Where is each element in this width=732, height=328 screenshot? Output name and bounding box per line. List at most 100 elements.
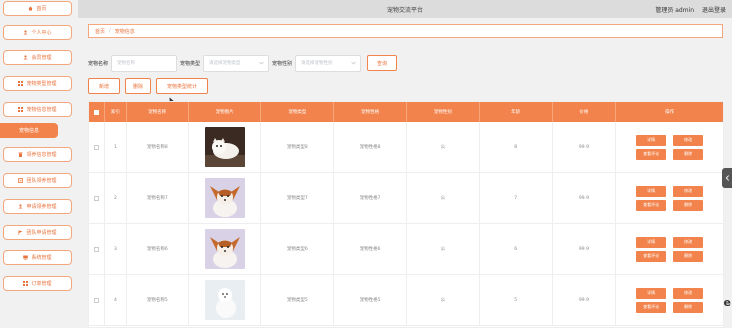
username: 管理员 admin [655, 7, 695, 14]
sidebar-item-orders[interactable]: 订单管理 [3, 276, 72, 291]
sidebar: 首页 个人中心 会员管理 宠物类型管理 宠物信息管理 宠物信息 领养信息管理 团… [0, 0, 78, 328]
sidebar-item-members[interactable]: 会员管理 [3, 50, 72, 65]
sidebar-item-pet-info-mgmt[interactable]: 宠物信息管理 [3, 102, 72, 117]
table-header: 索引 宠物名称 宠物图片 宠物类型 宠物性格 宠物性别 年龄 价格 操作 [89, 102, 723, 122]
pet-gender-select[interactable]: 请选择宠物性别 [295, 54, 362, 72]
cell-name: 宠物名称7 [127, 173, 189, 223]
breadcrumb-home[interactable]: 首页 [95, 28, 105, 35]
select-all-header [89, 102, 105, 122]
sidebar-item-label: 团队申请管理 [26, 230, 57, 236]
row-delete-button[interactable]: 删除 [673, 148, 704, 160]
column-header: 宠物类型 [261, 102, 335, 122]
row-delete-button[interactable]: 删除 [673, 199, 704, 211]
row-checkbox[interactable] [93, 246, 99, 252]
row-checkbox[interactable] [93, 144, 99, 150]
cell-age: 6 [480, 224, 553, 274]
cell-name: 宠物名称6 [127, 224, 189, 274]
sidebar-item-label: 首页 [36, 6, 47, 12]
sidebar-item-label: 个人中心 [31, 30, 52, 36]
sidebar-item-pet-type[interactable]: 宠物类型管理 [3, 76, 72, 91]
cell-name: 宠物名称8 [127, 122, 189, 172]
search-form: 宠物名称 宠物名称 宠物类型 请选择宠物类型 宠物性别 请选择宠物性别 查询 [88, 54, 398, 72]
sidebar-item-system[interactable]: 系统管理 [3, 250, 72, 265]
chevron-left-icon [725, 175, 729, 181]
user-icon [23, 55, 28, 60]
sidebar-item-label: 领养信息管理 [26, 152, 57, 158]
side-panel-toggle[interactable] [722, 168, 732, 188]
edge-text: e [723, 296, 731, 309]
cell-personality: 宠物性格8 [334, 122, 407, 172]
breadcrumb-current: 宠物信息 [114, 28, 135, 35]
edit-button[interactable]: 修改 [673, 287, 704, 299]
row-delete-button[interactable]: 删除 [673, 250, 704, 262]
top-header: 宠物交流平台 管理员 admin 退出登录 [78, 0, 732, 18]
column-header: 操作 [665, 110, 675, 115]
row-delete-button[interactable]: 删除 [673, 301, 704, 313]
sidebar-item-label: 订单管理 [31, 281, 52, 287]
grid-icon [23, 281, 29, 286]
view-comments-button[interactable]: 查看评论 [636, 199, 667, 211]
cell-type: 宠物类型7 [261, 173, 335, 223]
detail-button[interactable]: 详情 [636, 185, 667, 197]
pet-name-input[interactable]: 宠物名称 [111, 54, 178, 72]
query-button[interactable]: 查询 [367, 55, 398, 71]
action-buttons: 新增 删除 宠物类型统计 [88, 78, 208, 94]
sidebar-item-adoption[interactable]: 领养信息管理 [3, 147, 72, 162]
sidebar-item-team-adoption[interactable]: 团队领养管理 [3, 173, 72, 188]
logout-link[interactable]: 退出登录 [702, 7, 726, 14]
app-title: 宠物交流平台 [386, 7, 423, 14]
edit-button[interactable]: 修改 [673, 185, 704, 197]
pet-type-select[interactable]: 请选择宠物类型 [203, 54, 270, 72]
pet-photo-dog [204, 229, 245, 269]
column-header: 价格 [553, 102, 617, 122]
cell-type: 宠物类型8 [261, 122, 335, 172]
row-checkbox[interactable] [93, 195, 99, 201]
sidebar-item-label: 宠物信息 [18, 128, 39, 134]
detail-button[interactable]: 详情 [636, 287, 667, 299]
user-icon [23, 30, 28, 35]
pet-photo-dog [204, 178, 245, 218]
type-stats-button[interactable]: 宠物类型统计 [156, 78, 208, 94]
cell-price: 99.9 [553, 275, 617, 325]
table-row: 3 宠物名称6 宠物类型6 宠物性格6 公 6 99.9 详情 修改 查看评论 … [89, 224, 723, 275]
column-header: 年龄 [480, 102, 553, 122]
row-actions: 详情 修改 查看评论 删除 [636, 185, 704, 211]
sidebar-item-team-apply[interactable]: 团队申请管理 [3, 225, 72, 240]
cell-index: 1 [105, 122, 127, 172]
pet-photo-white-dog [204, 280, 245, 320]
detail-button[interactable]: 详情 [636, 236, 667, 248]
table-row: 4 宠物名称5 宠物类型5 宠物性格5 公 5 99.9 详情 修改 查看评论 … [89, 275, 723, 326]
cell-gender: 公 [407, 275, 480, 325]
cell-price: 99.9 [553, 173, 617, 223]
select-all-checkbox[interactable] [93, 109, 99, 115]
breadcrumb: 首页 / 宠物信息 [88, 24, 723, 38]
cell-type: 宠物类型5 [261, 275, 335, 325]
view-comments-button[interactable]: 查看评论 [636, 148, 667, 160]
doc-icon [18, 178, 24, 183]
table-row: 1 宠物名称8 宠物类型8 宠物性格8 公 8 99.9 详情 修改 查看评论 … [89, 122, 723, 173]
sidebar-item-apply-adoption[interactable]: 申请领养管理 [3, 199, 72, 214]
column-header: 宠物名称 [127, 102, 189, 122]
view-comments-button[interactable]: 查看评论 [636, 301, 667, 313]
delete-button[interactable]: 删除 [125, 78, 151, 94]
sidebar-item-profile[interactable]: 个人中心 [3, 25, 72, 40]
sidebar-item-pet-info[interactable]: 宠物信息 [0, 123, 58, 138]
pet-table: 索引 宠物名称 宠物图片 宠物类型 宠物性格 宠物性别 年龄 价格 操作 1 宠… [88, 101, 724, 328]
trash-icon [18, 152, 23, 157]
user-icon [18, 204, 23, 209]
edit-button[interactable]: 修改 [673, 134, 704, 146]
cell-index: 4 [105, 275, 127, 325]
add-button[interactable]: 新增 [88, 78, 120, 94]
view-comments-button[interactable]: 查看评论 [636, 250, 667, 262]
detail-button[interactable]: 详情 [636, 134, 667, 146]
grid-icon [18, 107, 24, 112]
row-checkbox[interactable] [93, 297, 99, 303]
grid-icon [18, 81, 24, 86]
user-area: 管理员 admin 退出登录 [649, 5, 726, 14]
column-header: 索引 [105, 102, 127, 122]
column-header: 宠物图片 [189, 102, 262, 122]
sidebar-item-home[interactable]: 首页 [3, 1, 72, 16]
edit-button[interactable]: 修改 [673, 236, 704, 248]
pet-type-label: 宠物类型 [180, 60, 201, 67]
cell-price: 99.9 [553, 122, 617, 172]
